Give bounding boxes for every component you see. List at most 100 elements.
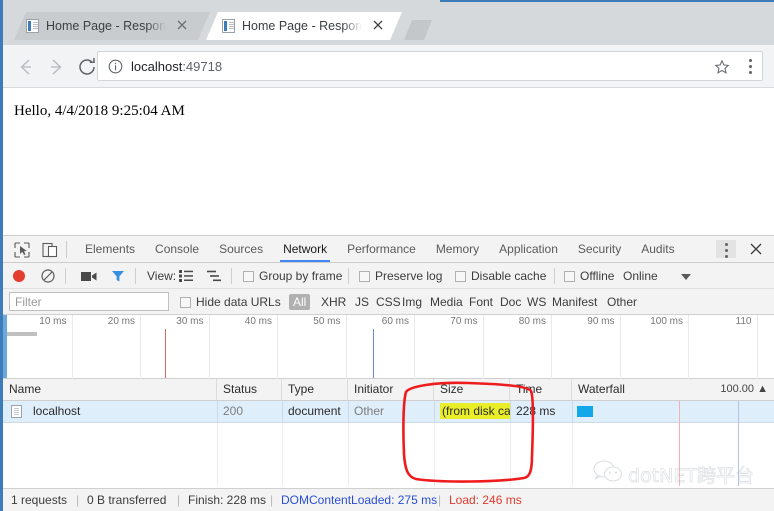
sort-arrow-icon: ▲ bbox=[757, 383, 768, 395]
status-finish: Finish: 228 ms bbox=[188, 493, 267, 507]
devtools-more-options-icon[interactable] bbox=[716, 240, 736, 258]
devtools-tab-bar: Elements Console Sources Network Performance… bbox=[3, 236, 774, 263]
filter-type-ws[interactable]: WS bbox=[527, 289, 546, 315]
toolbar-divider bbox=[135, 268, 136, 284]
browser-menu-icon[interactable] bbox=[748, 58, 752, 76]
devtools-tab-audits[interactable]: Audits bbox=[631, 236, 684, 262]
filter-type-img[interactable]: Img bbox=[402, 289, 422, 315]
filter-type-media[interactable]: Media bbox=[430, 289, 463, 315]
tab-favicon-icon bbox=[26, 19, 39, 33]
inspect-element-icon[interactable] bbox=[13, 241, 33, 259]
column-header-time[interactable]: Time bbox=[510, 379, 572, 400]
wechat-logo-icon bbox=[593, 460, 623, 482]
disable-cache-checkbox[interactable] bbox=[455, 271, 466, 282]
status-domcontentloaded: DOMContentLoaded: 275 ms bbox=[281, 493, 438, 507]
network-filter-bar: Hide data URLs All XHR JS CSSImg MediaFont Do… bbox=[3, 289, 774, 315]
star-icon[interactable] bbox=[714, 59, 730, 75]
disable-cache-label[interactable]: Disable cache bbox=[471, 263, 546, 289]
filter-input[interactable] bbox=[9, 292, 169, 311]
offline-label[interactable]: Offline bbox=[580, 263, 614, 289]
watermark-text: dotNET跨平台 bbox=[628, 465, 755, 488]
hide-data-urls-checkbox[interactable] bbox=[180, 297, 191, 308]
offline-checkbox[interactable] bbox=[564, 271, 575, 282]
table-header-row: Name Status Type Initiator Size Time Wat… bbox=[3, 379, 774, 401]
devtools-tab-performance[interactable]: Performance bbox=[337, 236, 426, 262]
site-info-icon[interactable] bbox=[108, 59, 123, 74]
browser-tab-1[interactable]: Home Page - ResponseC bbox=[14, 12, 210, 40]
tab-title: Home Page - ResponseC bbox=[242, 19, 362, 33]
tab-close-icon[interactable] bbox=[370, 17, 386, 33]
document-icon bbox=[11, 405, 22, 418]
overview-gridline bbox=[345, 315, 347, 379]
waterfall-view-icon[interactable] bbox=[207, 270, 221, 282]
address-bar[interactable]: localhost:49718 bbox=[97, 51, 763, 81]
devtools-tabs: Elements Console Sources Network Performance… bbox=[75, 236, 685, 262]
preserve-log-checkbox[interactable] bbox=[359, 271, 370, 282]
status-transferred: 0 B transferred bbox=[87, 493, 167, 507]
devtools-tab-application[interactable]: Application bbox=[489, 236, 568, 262]
filter-type-css[interactable]: CSS bbox=[376, 289, 401, 315]
devtools-tab-elements[interactable]: Elements bbox=[75, 236, 145, 262]
devtools-tab-security[interactable]: Security bbox=[568, 236, 631, 262]
overview-tick-label: 10 ms bbox=[39, 316, 67, 327]
column-header-status[interactable]: Status bbox=[217, 379, 282, 400]
reload-button[interactable] bbox=[75, 55, 99, 79]
filter-icon[interactable] bbox=[111, 269, 125, 283]
forward-button[interactable] bbox=[45, 55, 69, 79]
table-row[interactable]: localhost 200 document Other (from disk … bbox=[3, 401, 774, 423]
chevron-down-icon[interactable] bbox=[681, 274, 691, 280]
tab-close-icon[interactable] bbox=[174, 17, 190, 33]
record-button-icon[interactable] bbox=[13, 270, 25, 282]
clear-icon[interactable] bbox=[41, 269, 55, 283]
tab-favicon-icon bbox=[222, 19, 235, 33]
status-load: Load: 246 ms bbox=[449, 493, 522, 507]
column-header-size[interactable]: Size bbox=[434, 379, 510, 400]
preserve-log-label[interactable]: Preserve log bbox=[375, 263, 442, 289]
column-header-name[interactable]: Name bbox=[3, 379, 217, 400]
devtools-tab-network[interactable]: Network bbox=[273, 236, 337, 262]
back-button[interactable] bbox=[13, 55, 37, 79]
filter-type-manifest[interactable]: Manifest bbox=[552, 289, 597, 315]
devtools-tab-sources[interactable]: Sources bbox=[209, 236, 273, 262]
network-overview-timeline[interactable]: 10 ms 20 ms 30 ms 40 ms 50 ms 60 ms 70 ms 80 ms… bbox=[3, 315, 774, 379]
hide-data-urls-label[interactable]: Hide data URLs bbox=[196, 289, 281, 315]
capture-screenshots-icon[interactable] bbox=[81, 271, 97, 281]
overview-tick-label: 30 ms bbox=[176, 316, 204, 327]
status-separator: | bbox=[438, 493, 442, 507]
cell-size-highlight: (from disk cache) bbox=[440, 403, 510, 419]
browser-window: Home Page - ResponseC Home Page - Respon… bbox=[0, 0, 774, 511]
status-requests: 1 requests bbox=[11, 493, 68, 507]
status-separator: | bbox=[270, 493, 274, 507]
cell-initiator: Other bbox=[354, 404, 385, 418]
page-body-text: Hello, 4/4/2018 9:25:04 AM bbox=[14, 103, 185, 119]
device-toolbar-icon[interactable] bbox=[41, 241, 61, 259]
network-status-bar: 1 requests | 0 B transferred | Finish: 2… bbox=[3, 488, 774, 511]
overview-tick-label: 40 ms bbox=[244, 316, 272, 327]
network-toolbar: View: Group by frame Preserve log Disabl… bbox=[3, 263, 774, 289]
list-view-icon[interactable] bbox=[179, 270, 193, 282]
address-bar-url: localhost:49718 bbox=[131, 57, 222, 77]
devtools-tab-console[interactable]: Console bbox=[145, 236, 209, 262]
overview-gridline bbox=[140, 315, 141, 379]
filter-type-all[interactable]: All bbox=[289, 294, 311, 310]
column-header-type[interactable]: Type bbox=[282, 379, 348, 400]
overview-tick-label: 20 ms bbox=[107, 316, 135, 327]
filter-type-js[interactable]: JS bbox=[355, 289, 369, 315]
overview-gray-bar bbox=[7, 332, 37, 336]
filter-type-xhr[interactable]: XHR bbox=[321, 289, 346, 315]
filter-type-doc[interactable]: Doc bbox=[500, 289, 521, 315]
cell-name: localhost bbox=[33, 404, 81, 418]
overview-tick-label: 110 bbox=[735, 316, 752, 327]
group-by-frame-label[interactable]: Group by frame bbox=[259, 263, 342, 289]
cell-time: 228 ms bbox=[516, 404, 556, 418]
devtools-close-icon[interactable] bbox=[746, 240, 766, 258]
column-header-initiator[interactable]: Initiator bbox=[348, 379, 434, 400]
tab-title: Home Page - ResponseC bbox=[46, 19, 166, 33]
cell-type: document bbox=[288, 404, 341, 418]
devtools-tab-memory[interactable]: Memory bbox=[426, 236, 489, 262]
filter-type-font[interactable]: Font bbox=[469, 289, 493, 315]
filter-type-other[interactable]: Other bbox=[607, 289, 637, 315]
online-throttle-label[interactable]: Online bbox=[623, 263, 658, 289]
browser-tab-2[interactable]: Home Page - ResponseC bbox=[206, 12, 402, 40]
group-by-frame-checkbox[interactable] bbox=[243, 271, 254, 282]
